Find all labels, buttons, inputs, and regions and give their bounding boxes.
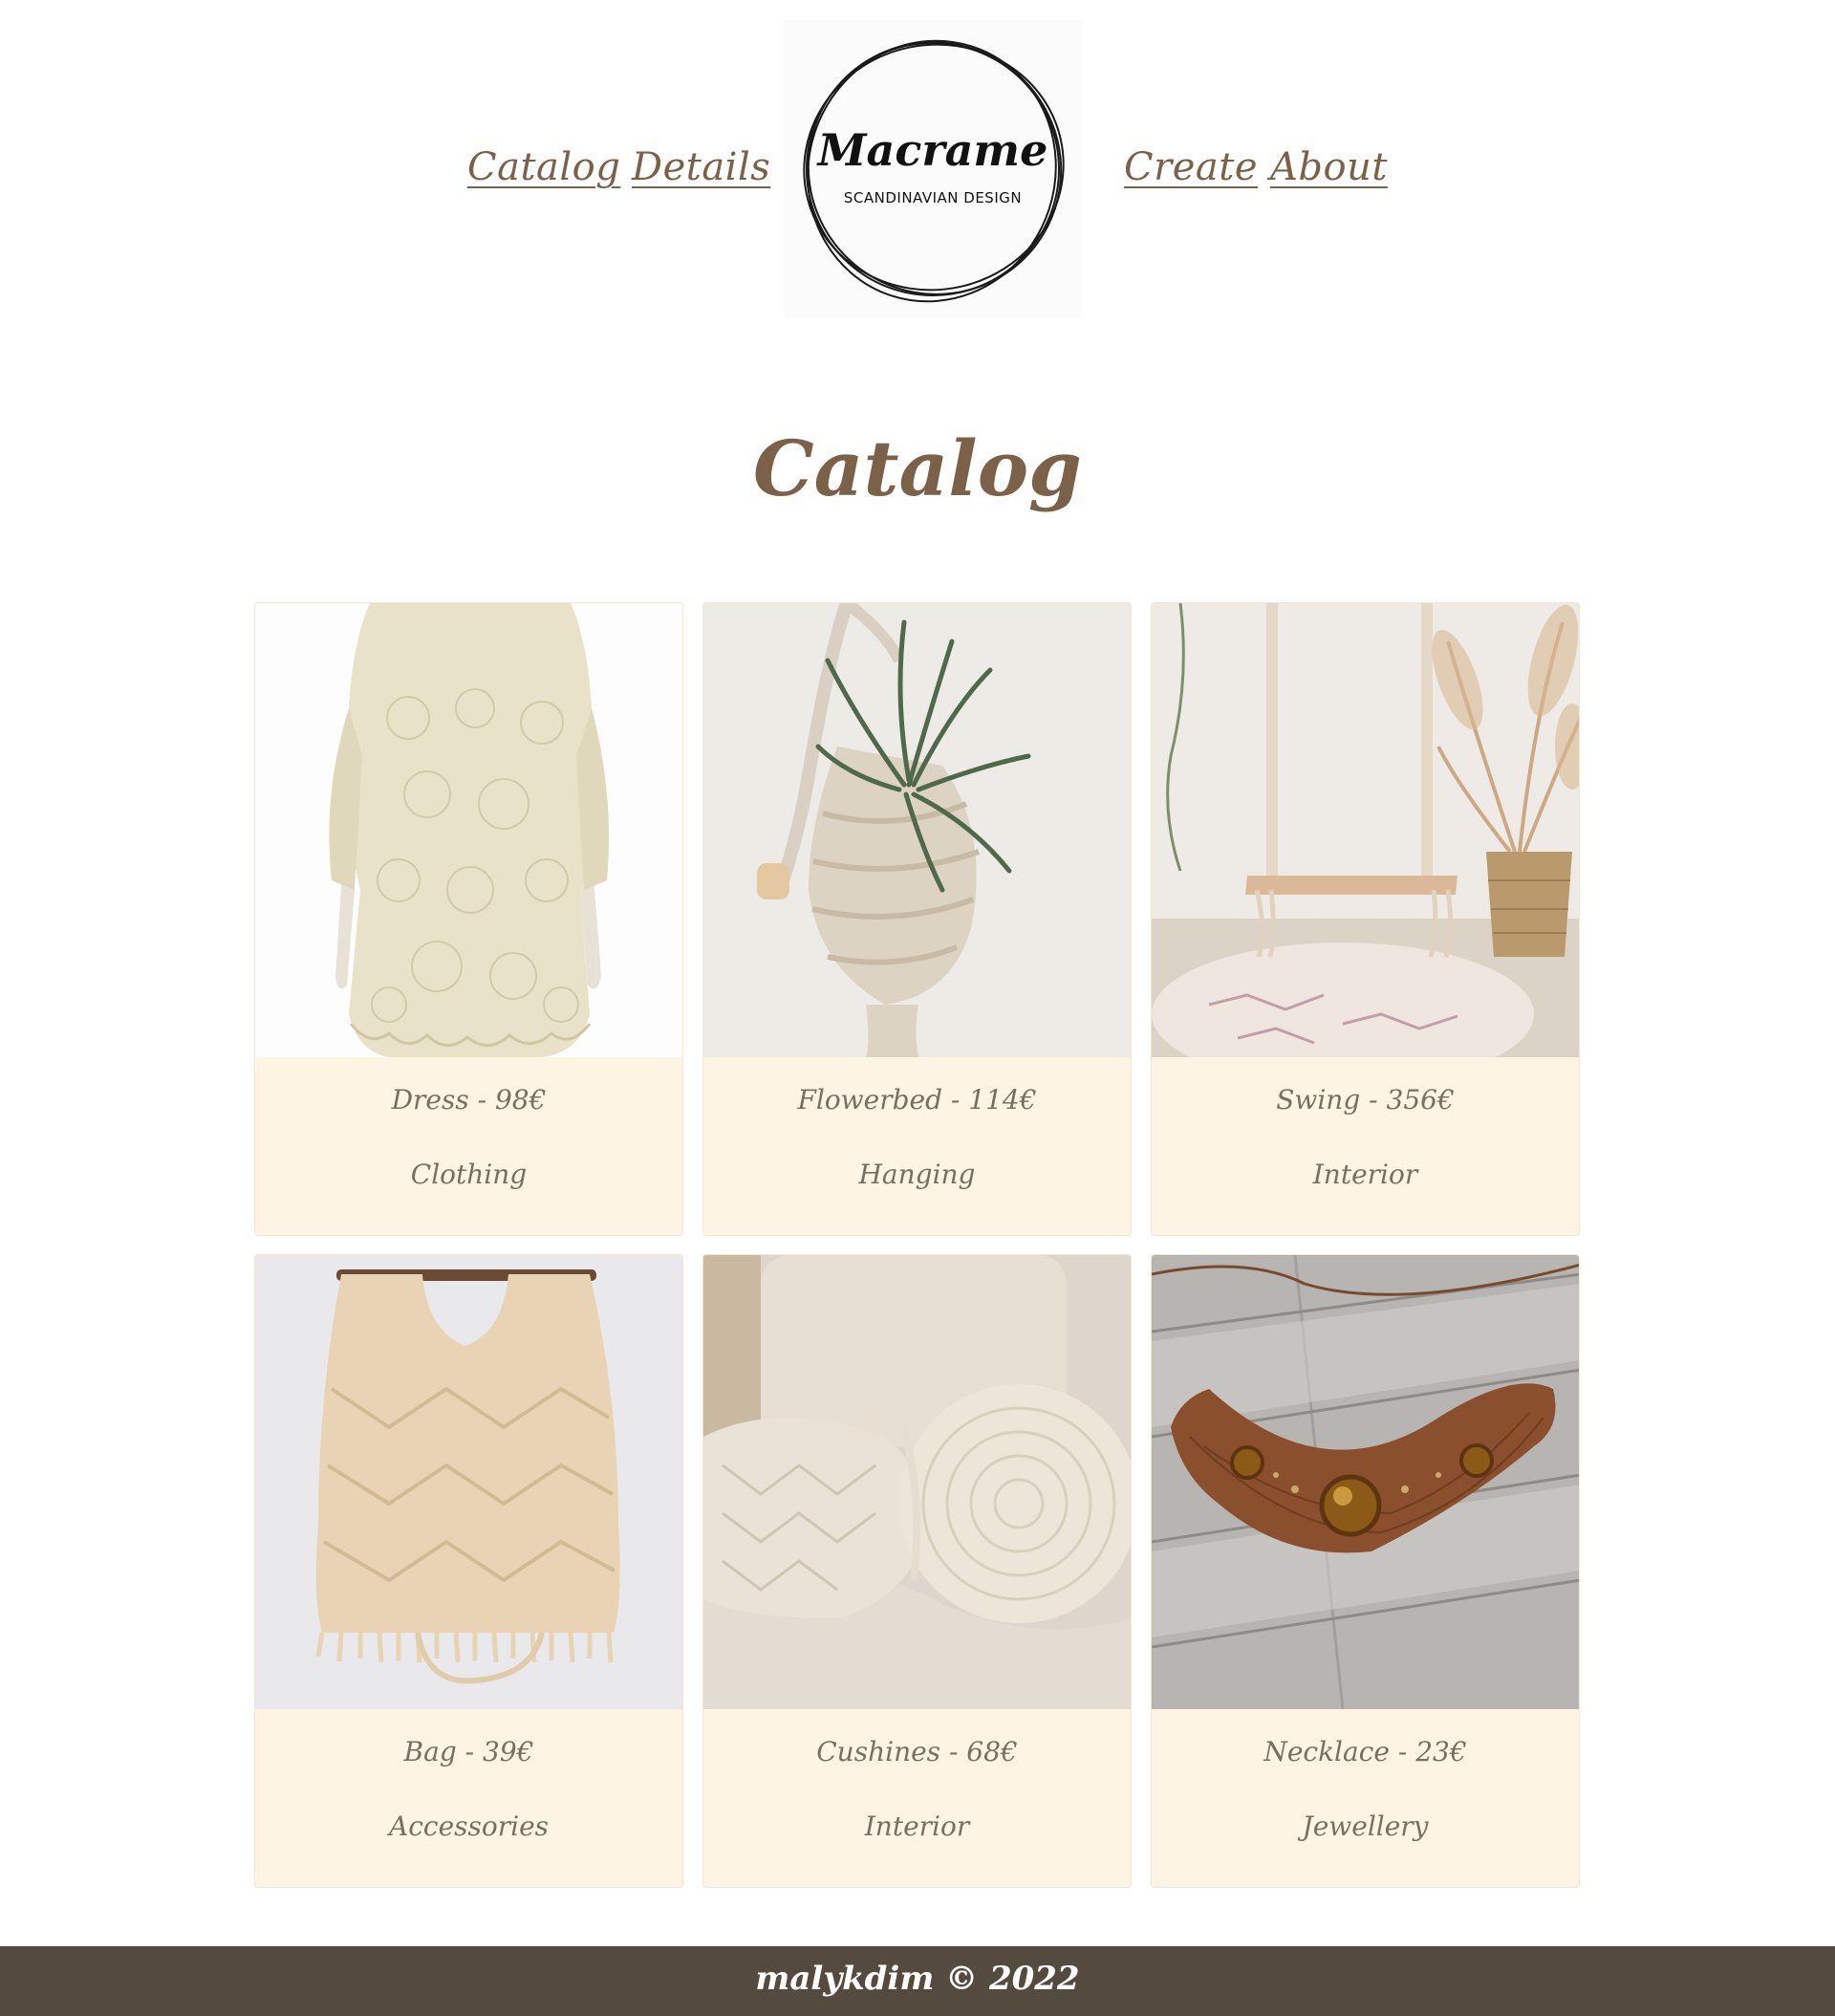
logo-wordmark: Macrame [816, 124, 1048, 176]
site-header: Catalog Details Macrame SCANDINAVIAN DES… [0, 0, 1835, 325]
product-category: Hanging [858, 1159, 976, 1190]
page-title: Catalog [753, 423, 1082, 513]
bag-image [255, 1255, 682, 1709]
catalog-card[interactable]: Dress - 98€ Clothing [254, 602, 683, 1236]
product-category: Jewellery [1302, 1810, 1429, 1842]
catalog-card[interactable]: Bag - 39€ Accessories [254, 1254, 683, 1888]
product-name: Bag - 39€ [403, 1736, 534, 1767]
dress-image [255, 603, 682, 1057]
catalog-card[interactable]: Cushines - 68€ Interior [702, 1254, 1132, 1888]
flowerbed-image [703, 603, 1131, 1057]
logo-subtitle: SCANDINAVIAN DESIGN [844, 189, 1022, 206]
product-name: Cushines - 68€ [816, 1736, 1018, 1767]
catalog-grid: Dress - 98€ Clothing Flowerbed - 114€ Ha… [254, 602, 1581, 1888]
site-footer: malykdim © 2022 [0, 1946, 1835, 2016]
catalog-card[interactable]: Swing - 356€ Interior [1151, 602, 1580, 1236]
nav-link-details[interactable]: Details [632, 145, 770, 189]
product-name: Dress - 98€ [391, 1084, 547, 1116]
product-category: Accessories [388, 1810, 550, 1842]
nav-link-about[interactable]: About [1270, 145, 1388, 189]
product-name: Flowerbed - 114€ [797, 1084, 1037, 1116]
product-category: Clothing [410, 1159, 528, 1190]
product-category: Interior [864, 1810, 970, 1842]
product-name: Swing - 356€ [1276, 1084, 1455, 1116]
swing-image [1152, 603, 1579, 1057]
product-category: Interior [1312, 1159, 1418, 1190]
nav-link-catalog[interactable]: Catalog [467, 145, 620, 189]
footer-copyright: malykdim © 2022 [755, 1960, 1080, 1998]
necklace-image [1152, 1255, 1579, 1709]
macrame-logo[interactable]: Macrame SCANDINAVIAN DESIGN [785, 20, 1082, 317]
product-name: Necklace - 23€ [1263, 1736, 1467, 1767]
nav-link-create[interactable]: Create [1124, 145, 1258, 189]
cushions-image [703, 1255, 1131, 1709]
catalog-card[interactable]: Necklace - 23€ Jewellery [1151, 1254, 1580, 1888]
catalog-card[interactable]: Flowerbed - 114€ Hanging [702, 602, 1132, 1236]
